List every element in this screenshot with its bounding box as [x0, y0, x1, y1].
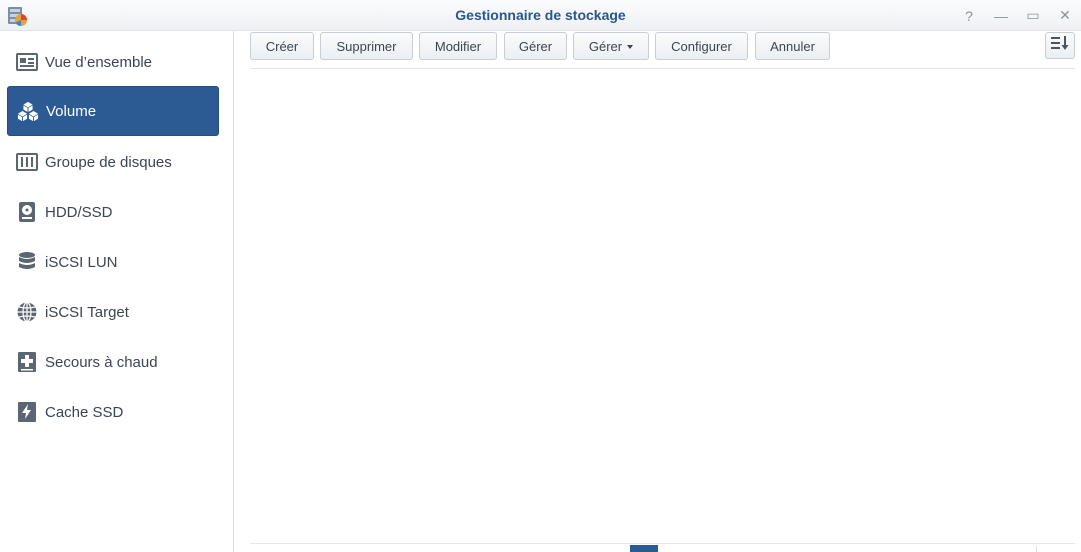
sidebar-item-iscsi-lun[interactable]: iSCSI LUN: [7, 237, 219, 287]
volume-icon: [17, 100, 39, 122]
window-title: Gestionnaire de stockage: [455, 7, 626, 23]
sidebar-item-label: Secours à chaud: [45, 353, 158, 371]
minimize-icon[interactable]: —: [985, 0, 1017, 31]
sidebar-item-iscsi-target[interactable]: iSCSI Target: [7, 287, 219, 337]
sidebar: Vue d’ensemble Volume Groupe de disques …: [0, 31, 234, 552]
sidebar-item-ssd-cache[interactable]: Cache SSD: [7, 387, 219, 437]
ssd-cache-icon: [16, 401, 38, 423]
delete-button[interactable]: Supprimer: [320, 32, 413, 60]
sidebar-item-overview[interactable]: Vue d’ensemble: [7, 37, 219, 87]
sidebar-item-label: Groupe de disques: [45, 153, 172, 171]
manage-button[interactable]: Gérer: [504, 32, 567, 60]
hot-spare-icon: [16, 351, 38, 373]
create-button[interactable]: Créer: [250, 32, 314, 60]
volume-list-panel: [250, 69, 1075, 543]
cancel-button[interactable]: Annuler: [755, 32, 830, 60]
sort-icon: [1051, 36, 1069, 55]
caret-down-icon: [627, 45, 634, 49]
close-icon[interactable]: ✕: [1049, 0, 1081, 31]
sidebar-item-label: iSCSI Target: [45, 303, 129, 321]
sidebar-item-label: Vue d’ensemble: [45, 53, 153, 71]
disk-group-icon: [16, 151, 38, 173]
manage-dropdown-label: Gérer: [588, 38, 623, 54]
hdd-icon: [16, 201, 38, 223]
sidebar-item-label: iSCSI LUN: [45, 253, 118, 271]
footer-indicator: [630, 545, 658, 552]
title-bar: Gestionnaire de stockage ? — ▭ ✕: [0, 0, 1081, 31]
manage-dropdown-button[interactable]: Gérer: [573, 32, 649, 60]
sidebar-item-disk-group[interactable]: Groupe de disques: [7, 137, 219, 187]
sidebar-item-hot-spare[interactable]: Secours à chaud: [7, 337, 219, 387]
footer-separator: [1036, 546, 1037, 552]
overview-icon: [16, 51, 38, 73]
sidebar-item-hdd-ssd[interactable]: HDD/SSD: [7, 187, 219, 237]
sidebar-item-label: Cache SSD: [45, 403, 124, 421]
sort-button[interactable]: [1045, 32, 1075, 59]
sidebar-item-label: HDD/SSD: [45, 203, 113, 221]
help-icon[interactable]: ?: [953, 0, 985, 31]
footer-divider: [250, 543, 1075, 544]
maximize-icon[interactable]: ▭: [1017, 0, 1049, 31]
configure-button[interactable]: Configurer: [655, 32, 748, 60]
edit-button[interactable]: Modifier: [419, 32, 497, 60]
sidebar-item-volume[interactable]: Volume: [7, 86, 219, 136]
iscsi-lun-icon: [16, 251, 38, 273]
sidebar-item-label: Volume: [46, 102, 97, 120]
iscsi-target-icon: [16, 301, 38, 323]
